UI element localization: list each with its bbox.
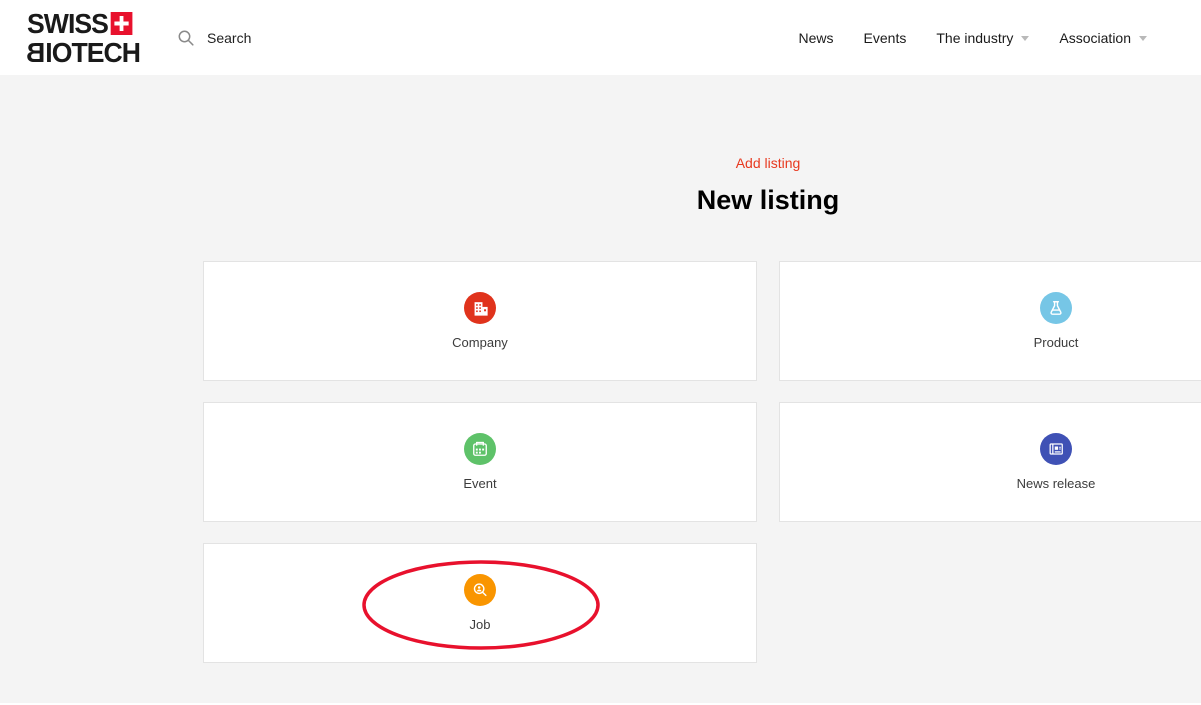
card-label: Event: [463, 476, 496, 491]
card-label: Product: [1034, 335, 1079, 350]
logo-text-iotech: IOTECH: [45, 37, 140, 68]
search[interactable]: Search: [178, 30, 251, 46]
search-icon: [178, 30, 194, 46]
card-job[interactable]: Job: [203, 543, 757, 663]
chevron-down-icon: [1021, 36, 1029, 41]
nav-item-label: Association: [1059, 30, 1131, 46]
building-icon: [464, 292, 496, 324]
nav-item-events[interactable]: Events: [864, 30, 907, 46]
main-nav: News Events The industry Association: [799, 30, 1147, 46]
chevron-down-icon: [1139, 36, 1147, 41]
page-title: New listing: [203, 184, 1201, 216]
logo-text-swiss: SWISS: [27, 9, 108, 38]
card-label: Company: [452, 335, 508, 350]
job-search-icon: [464, 574, 496, 606]
nav-item-label: The industry: [936, 30, 1013, 46]
logo[interactable]: SWISS BIOTECH: [27, 9, 140, 67]
nav-item-news[interactable]: News: [799, 30, 834, 46]
flask-icon: [1040, 292, 1072, 324]
card-product[interactable]: Product: [779, 261, 1201, 381]
listing-type-grid: Company Product: [203, 261, 1201, 663]
card-label: News release: [1017, 476, 1096, 491]
nav-item-the-industry[interactable]: The industry: [936, 30, 1029, 46]
nav-item-association[interactable]: Association: [1059, 30, 1147, 46]
main-content: Add listing New listing: [203, 75, 1201, 663]
logo-line1: SWISS: [27, 9, 140, 38]
nav-item-label: Events: [864, 30, 907, 46]
nav-item-label: News: [799, 30, 834, 46]
card-label: Job: [470, 617, 491, 632]
card-company[interactable]: Company: [203, 261, 757, 381]
swiss-cross-icon: [111, 12, 133, 35]
header: SWISS BIOTECH Search News Events: [0, 0, 1201, 75]
logo-line2: BIOTECH: [27, 38, 140, 67]
card-news-release[interactable]: News release: [779, 402, 1201, 522]
card-event[interactable]: Event: [203, 402, 757, 522]
search-label: Search: [207, 30, 251, 46]
logo-text-b: B: [27, 38, 45, 67]
breadcrumb: Add listing: [203, 155, 1201, 171]
page: SWISS BIOTECH Search News Events: [0, 0, 1201, 705]
newspaper-icon: [1040, 433, 1072, 465]
calendar-icon: [464, 433, 496, 465]
